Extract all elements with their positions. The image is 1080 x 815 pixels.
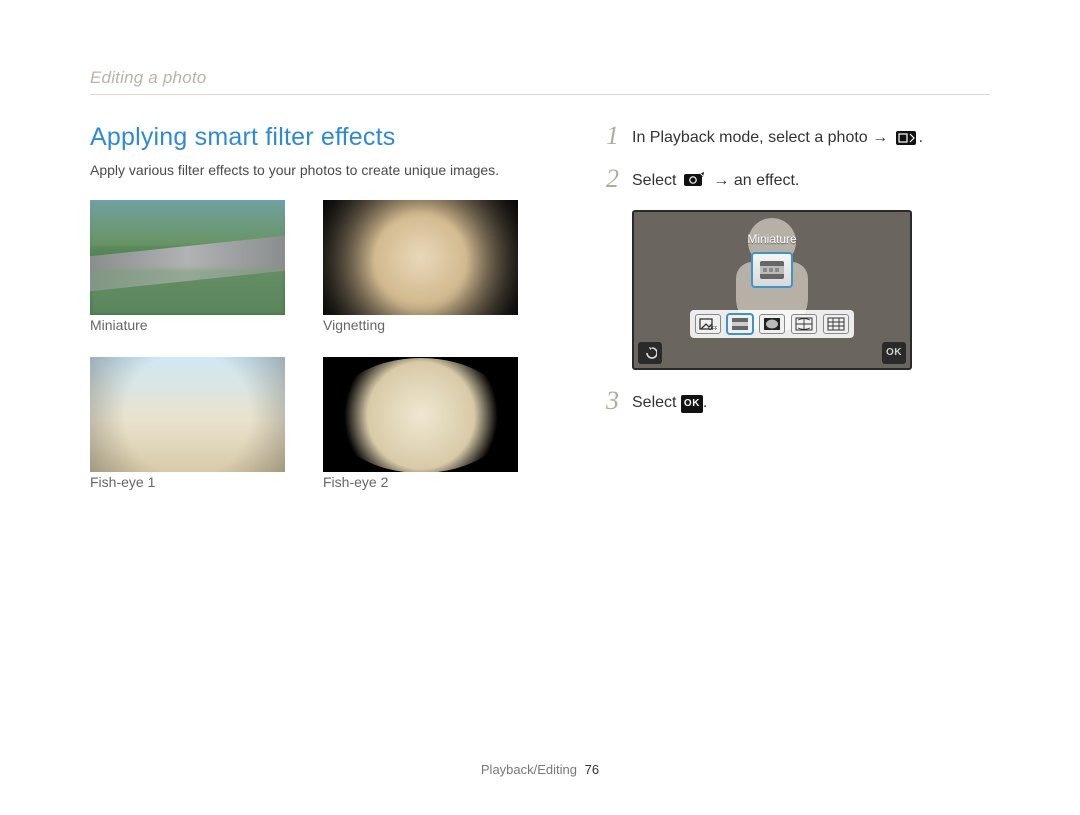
breadcrumb: Editing a photo xyxy=(90,68,990,95)
step-text-post: . xyxy=(919,129,923,146)
thumbnail-caption: Fish-eye 2 xyxy=(323,474,518,490)
thumbnail-miniature xyxy=(90,200,285,315)
thumbnail-fisheye-2 xyxy=(323,357,518,472)
step-1: 1 In Playback mode, select a photo → . xyxy=(606,123,986,152)
step-text: Select xyxy=(632,172,676,189)
effect-strip: OFF xyxy=(690,310,854,338)
footer-section: Playback/Editing xyxy=(481,762,577,777)
back-button[interactable] xyxy=(638,342,662,364)
manual-page: Editing a photo Applying smart filter ef… xyxy=(0,0,1080,815)
edit-menu-icon xyxy=(896,130,916,152)
thumbnail-caption: Fish-eye 1 xyxy=(90,474,285,490)
step-2: 2 Select → an effect. xyxy=(606,166,986,195)
step-number: 1 xyxy=(606,123,632,149)
camera-screen-preview: Miniature OFF xyxy=(632,210,912,370)
step-number: 2 xyxy=(606,166,632,192)
back-icon xyxy=(643,346,657,360)
step-3: 3 Select OK. xyxy=(606,388,986,414)
effect-chip-fisheye-2[interactable] xyxy=(823,314,849,334)
step-text-post: . xyxy=(703,394,707,411)
svg-text:OFF: OFF xyxy=(708,326,717,331)
two-column-layout: Applying smart filter effects Apply vari… xyxy=(90,123,990,504)
effect-chip-fisheye-1[interactable] xyxy=(791,314,817,334)
step-text: Select xyxy=(632,394,676,411)
page-footer: Playback/Editing 76 xyxy=(0,762,1080,777)
effect-chip-off[interactable]: OFF xyxy=(695,314,721,334)
selected-effect-label: Miniature xyxy=(747,232,796,246)
thumbnail-fisheye-1 xyxy=(90,357,285,472)
thumbnail-caption: Miniature xyxy=(90,317,285,333)
effect-chip-miniature[interactable] xyxy=(727,314,753,334)
section-title: Applying smart filter effects xyxy=(90,123,550,152)
ok-badge-icon: OK xyxy=(681,395,703,413)
step-number: 3 xyxy=(606,388,632,414)
effect-chip-vignetting[interactable] xyxy=(759,314,785,334)
thumbnail-caption: Vignetting xyxy=(323,317,518,333)
thumbnail-cell: Fish-eye 1 xyxy=(90,357,285,504)
page-number: 76 xyxy=(585,762,599,777)
thumbnail-cell: Miniature xyxy=(90,200,285,347)
ok-button[interactable]: OK xyxy=(882,342,906,364)
right-column: 1 In Playback mode, select a photo → . 2… xyxy=(606,123,986,504)
left-column: Applying smart filter effects Apply vari… xyxy=(90,123,550,504)
step-body: In Playback mode, select a photo → . xyxy=(632,123,923,152)
thumbnail-vignetting xyxy=(323,200,518,315)
thumbnail-cell: Fish-eye 2 xyxy=(323,357,518,504)
step-body: Select → an effect. xyxy=(632,166,799,195)
effect-thumbnail-grid: Miniature Vignetting Fish-eye 1 Fish-eye… xyxy=(90,200,550,504)
step-text: In Playback mode, select a photo → xyxy=(632,129,888,146)
selected-effect-chip[interactable] xyxy=(751,252,793,288)
section-description: Apply various filter effects to your pho… xyxy=(90,162,550,178)
thumbnail-cell: Vignetting xyxy=(323,200,518,347)
filter-palette-icon xyxy=(684,172,706,195)
miniature-effect-icon xyxy=(758,258,786,282)
step-text-mid: → an effect. xyxy=(713,172,799,189)
step-body: Select OK. xyxy=(632,388,707,414)
